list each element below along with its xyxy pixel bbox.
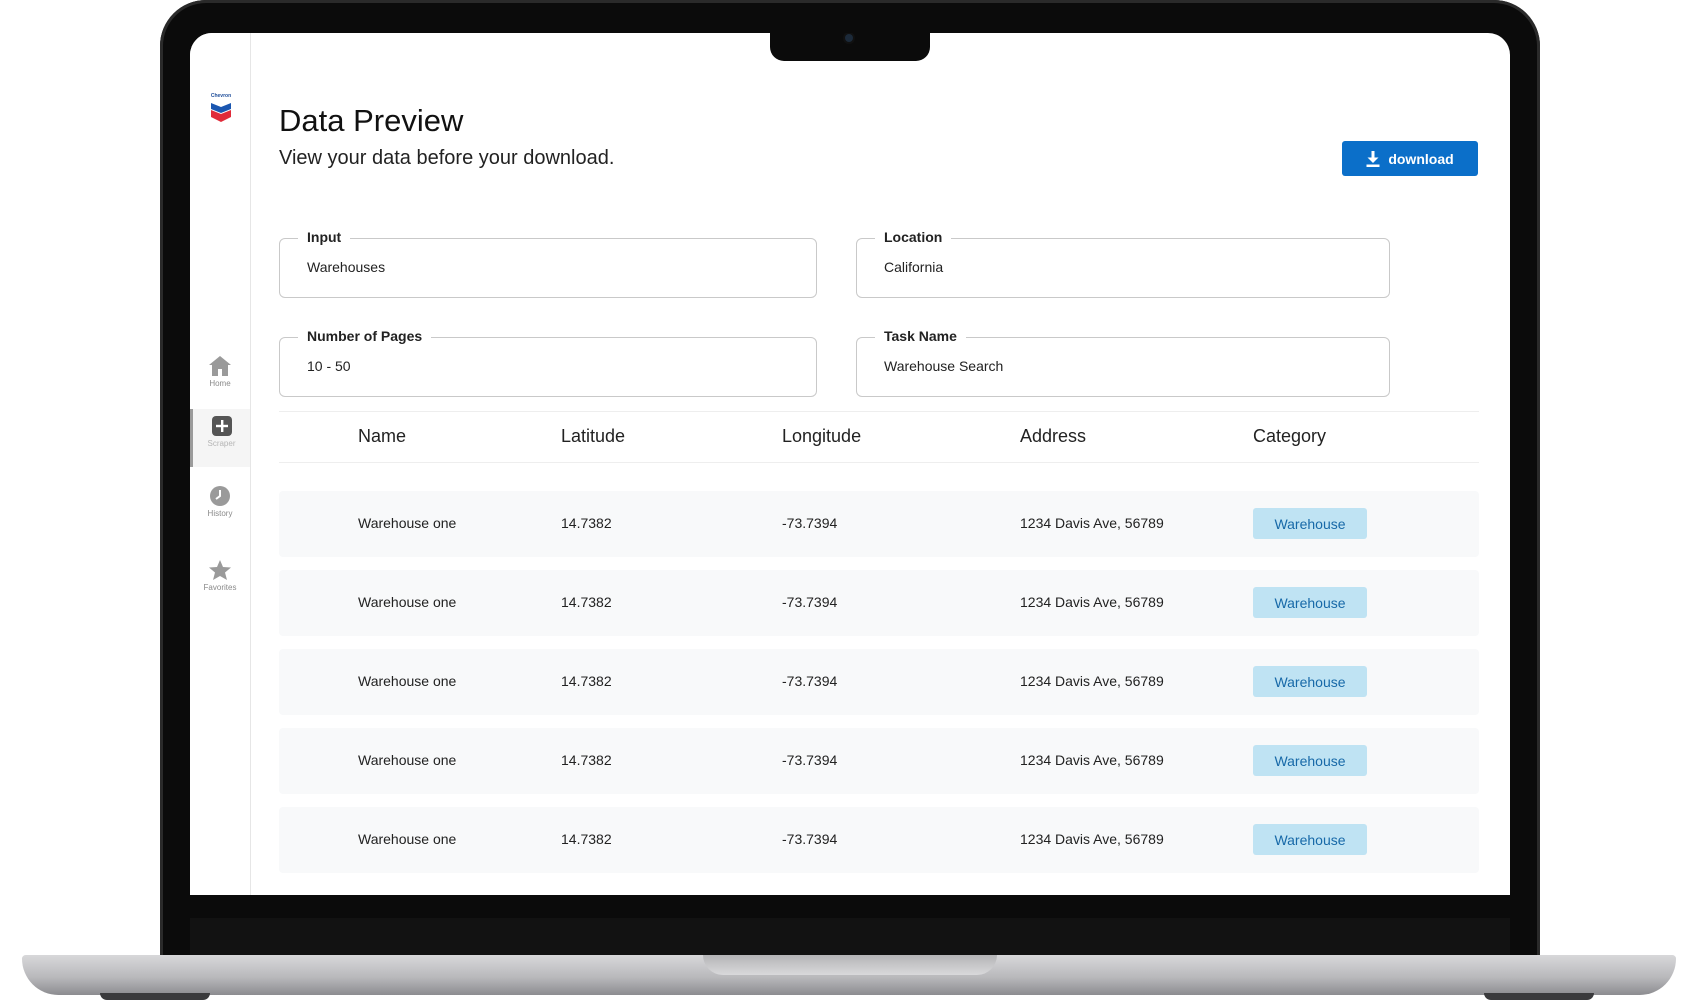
column-header-latitude[interactable]: Latitude: [561, 426, 625, 447]
cell-longitude: -73.7394: [782, 831, 838, 847]
chevron-logo-icon: [211, 103, 231, 122]
column-header-name[interactable]: Name: [358, 426, 406, 447]
sidebar-item-label: History: [207, 509, 233, 518]
plus-square-icon: [211, 416, 232, 436]
cell-longitude: -73.7394: [782, 594, 838, 610]
column-header-longitude[interactable]: Longitude: [782, 426, 861, 447]
column-header-address[interactable]: Address: [1020, 426, 1086, 447]
table-row[interactable]: Warehouse one 14.7382 -73.7394 1234 Davi…: [279, 649, 1479, 715]
sidebar-item-label: Scraper: [207, 439, 236, 448]
pages-field-label: Number of Pages: [298, 328, 432, 344]
camera-notch: [770, 33, 930, 61]
camera-icon: [845, 34, 853, 42]
clock-icon: [210, 486, 230, 506]
pages-field[interactable]: Number of Pages 10 - 50: [279, 328, 817, 397]
table-row[interactable]: Warehouse one 14.7382 -73.7394 1234 Davi…: [279, 570, 1479, 636]
location-field-value[interactable]: California: [884, 259, 943, 275]
cell-address: 1234 Davis Ave, 56789: [1020, 515, 1164, 531]
pages-field-value[interactable]: 10 - 50: [307, 358, 351, 374]
sidebar-item-favorites[interactable]: Favorites: [190, 553, 250, 611]
cell-address: 1234 Davis Ave, 56789: [1020, 594, 1164, 610]
cell-latitude: 14.7382: [561, 594, 612, 610]
category-badge[interactable]: Warehouse: [1253, 587, 1367, 618]
cell-name: Warehouse one: [358, 673, 457, 689]
location-field[interactable]: Location California: [856, 229, 1390, 298]
laptop-foot: [100, 993, 210, 1000]
cell-longitude: -73.7394: [782, 752, 838, 768]
laptop-foot: [1484, 993, 1594, 1000]
download-button[interactable]: download: [1342, 141, 1478, 176]
category-badge[interactable]: Warehouse: [1253, 745, 1367, 776]
cell-name: Warehouse one: [358, 752, 457, 768]
task-name-field-label: Task Name: [875, 328, 966, 344]
cell-name: Warehouse one: [358, 831, 457, 847]
sidebar-item-home[interactable]: Home: [190, 349, 250, 407]
download-icon: [1366, 150, 1380, 167]
laptop-base-notch: [703, 955, 997, 975]
input-field-label: Input: [298, 229, 351, 245]
sidebar-item-scraper[interactable]: Scraper: [190, 409, 250, 467]
sidebar-item-label: Favorites: [203, 583, 237, 592]
input-field[interactable]: Input Warehouses: [279, 229, 817, 298]
cell-latitude: 14.7382: [561, 752, 612, 768]
cell-latitude: 14.7382: [561, 673, 612, 689]
task-name-field[interactable]: Task Name Warehouse Search: [856, 328, 1390, 397]
page-subtitle: View your data before your download.: [279, 147, 615, 169]
table-header: Name Latitude Longitude Address Category: [279, 411, 1479, 463]
laptop-chin: [190, 918, 1510, 956]
brand-logo-text: Chevron: [210, 93, 232, 99]
cell-address: 1234 Davis Ave, 56789: [1020, 673, 1164, 689]
category-badge[interactable]: Warehouse: [1253, 824, 1367, 855]
cell-name: Warehouse one: [358, 515, 457, 531]
input-field-value[interactable]: Warehouses: [307, 259, 385, 275]
home-icon: [209, 356, 231, 376]
cell-name: Warehouse one: [358, 594, 457, 610]
sidebar-item-label: Home: [209, 379, 231, 388]
location-field-label: Location: [875, 229, 952, 245]
cell-address: 1234 Davis Ave, 56789: [1020, 831, 1164, 847]
task-name-field-value[interactable]: Warehouse Search: [884, 358, 1003, 374]
app-screen: Chevron Home Scraper History Favorites D…: [190, 33, 1510, 895]
category-badge[interactable]: Warehouse: [1253, 666, 1367, 697]
category-badge[interactable]: Warehouse: [1253, 508, 1367, 539]
download-button-label: download: [1388, 150, 1454, 167]
table-row[interactable]: Warehouse one 14.7382 -73.7394 1234 Davi…: [279, 807, 1479, 873]
brand-logo[interactable]: Chevron: [209, 93, 233, 125]
cell-longitude: -73.7394: [782, 515, 838, 531]
page-title: Data Preview: [279, 103, 464, 138]
table-row[interactable]: Warehouse one 14.7382 -73.7394 1234 Davi…: [279, 491, 1479, 557]
star-icon: [209, 560, 231, 580]
cell-latitude: 14.7382: [561, 831, 612, 847]
column-header-category[interactable]: Category: [1253, 426, 1326, 447]
cell-address: 1234 Davis Ave, 56789: [1020, 752, 1164, 768]
sidebar: Chevron Home Scraper History Favorites: [190, 33, 251, 895]
cell-latitude: 14.7382: [561, 515, 612, 531]
table-row[interactable]: Warehouse one 14.7382 -73.7394 1234 Davi…: [279, 728, 1479, 794]
cell-longitude: -73.7394: [782, 673, 838, 689]
sidebar-item-history[interactable]: History: [190, 479, 250, 537]
